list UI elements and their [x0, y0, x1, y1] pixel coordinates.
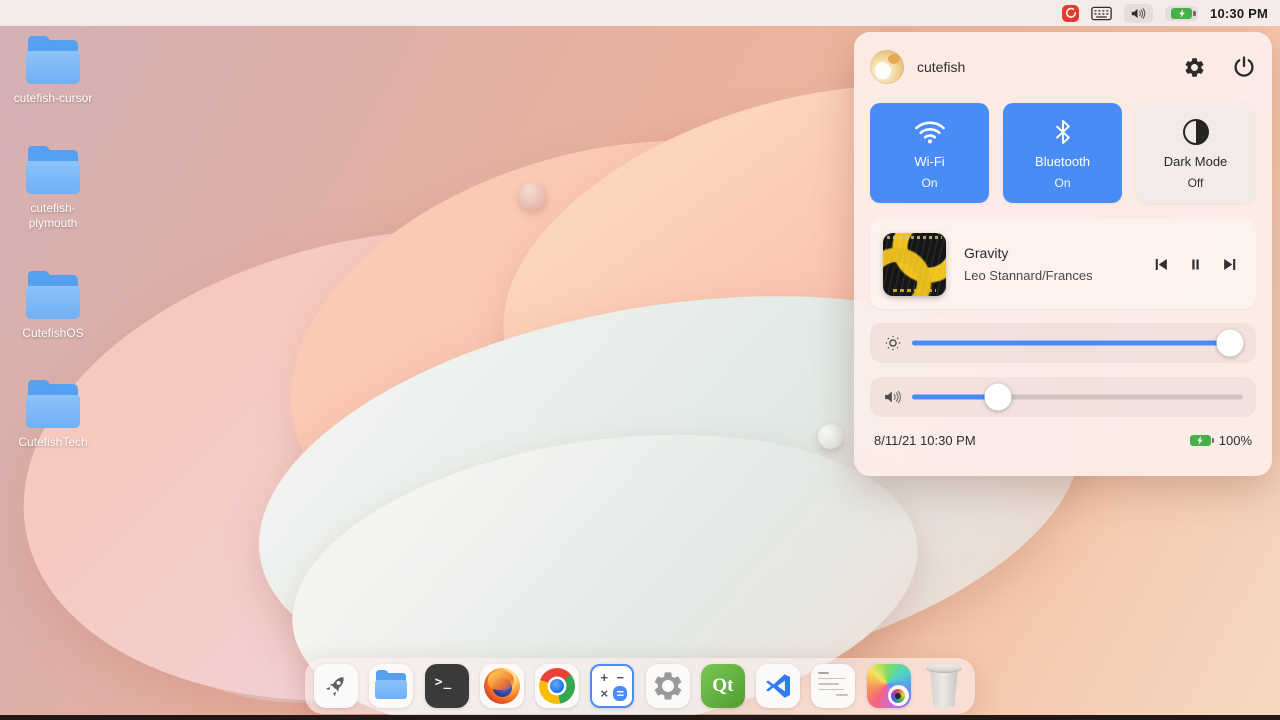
pause-icon[interactable] [1185, 254, 1205, 274]
desktop-folder-cutefishtech[interactable]: CutefishTech [12, 384, 94, 451]
desktop-screen: 10:30 PM cutefish-cursor cutefish-plymou… [0, 0, 1280, 720]
dock: >_ +− ×= Qt [305, 658, 975, 714]
dock-calculator-button[interactable]: +− ×= [590, 664, 634, 708]
screen-bottom-edge [0, 715, 1280, 720]
dark-mode-icon [1183, 117, 1209, 147]
wifi-icon [914, 117, 946, 147]
settings-gear-icon [651, 669, 685, 703]
folder-label: CutefishTech [13, 435, 93, 451]
terminal-icon: >_ [435, 675, 453, 690]
calculator-icon: +− ×= [590, 664, 634, 708]
control-center-footer: 8/11/21 10:30 PM 100% [870, 433, 1256, 448]
clock-time[interactable]: 10:30 PM [1210, 6, 1268, 21]
volume-icon[interactable] [1124, 4, 1153, 23]
toggle-label: Dark Mode [1164, 154, 1228, 169]
media-artist: Leo Stannard/Frances [964, 268, 1150, 283]
dark-mode-toggle[interactable]: Dark Mode Off [1136, 103, 1255, 203]
media-player-card: Gravity Leo Stannard/Frances [870, 219, 1256, 309]
chrome-icon [539, 668, 575, 704]
battery-percent: 100% [1219, 433, 1252, 448]
dock-launcher-button[interactable] [314, 664, 358, 708]
dock-vscode-button[interactable] [756, 664, 800, 708]
dock-screenshot-button[interactable] [867, 664, 911, 708]
files-folder-icon [375, 673, 407, 699]
dock-firefox-button[interactable] [480, 664, 524, 708]
brightness-slider[interactable] [912, 330, 1243, 356]
dock-text-editor-button[interactable] [811, 664, 855, 708]
date-time-label: 8/11/21 10:30 PM [874, 433, 976, 448]
previous-icon[interactable] [1150, 254, 1170, 274]
toggle-state: On [1054, 176, 1070, 190]
folder-icon [26, 384, 80, 428]
desktop-folder-cutefishos[interactable]: CutefishOS [12, 275, 94, 342]
toggle-label: Wi-Fi [914, 154, 944, 169]
brightness-slider-row [870, 323, 1256, 363]
qt-creator-icon: Qt [712, 675, 733, 697]
volume-icon [883, 388, 903, 406]
bluetooth-toggle[interactable]: Bluetooth On [1003, 103, 1122, 203]
brightness-slider-knob[interactable] [1216, 330, 1243, 357]
desktop-icons: cutefish-cursor cutefish-plymouth Cutefi… [12, 40, 94, 494]
launcher-rocket-icon [322, 672, 350, 700]
wallpaper-sphere [818, 424, 843, 449]
toggle-state: On [921, 176, 937, 190]
media-controls [1150, 254, 1240, 274]
folder-icon [26, 275, 80, 319]
username-label: cutefish [917, 59, 965, 75]
user-avatar[interactable] [870, 50, 904, 84]
media-title: Gravity [964, 245, 1150, 261]
control-center-panel: cutefish Wi-Fi On Bluetooth [854, 32, 1272, 476]
keyboard-icon[interactable] [1091, 6, 1112, 21]
volume-slider-row [870, 377, 1256, 417]
desktop-folder-cutefish-plymouth[interactable]: cutefish-plymouth [12, 150, 94, 232]
top-status-bar: 10:30 PM [0, 0, 1280, 26]
next-icon[interactable] [1220, 254, 1240, 274]
battery-icon [1190, 435, 1211, 446]
dock-qt-creator-button[interactable]: Qt [701, 664, 745, 708]
netease-music-icon[interactable] [1062, 5, 1079, 22]
brightness-icon [883, 333, 903, 353]
settings-gear-icon[interactable] [1183, 56, 1206, 79]
bluetooth-icon [1050, 117, 1076, 147]
dock-trash-button[interactable] [922, 664, 966, 708]
folder-label: cutefish-plymouth [13, 201, 93, 232]
quick-toggles: Wi-Fi On Bluetooth On Dark Mode Off [870, 103, 1256, 203]
dock-settings-button[interactable] [646, 664, 690, 708]
control-center-header: cutefish [870, 48, 1256, 86]
volume-slider[interactable] [912, 384, 1243, 410]
folder-icon [26, 150, 80, 194]
text-editor-icon [811, 664, 855, 708]
wifi-toggle[interactable]: Wi-Fi On [870, 103, 989, 203]
battery-status: 100% [1190, 433, 1252, 448]
album-art [883, 233, 946, 296]
dock-terminal-button[interactable]: >_ [425, 664, 469, 708]
battery-icon[interactable] [1165, 6, 1198, 21]
folder-label: CutefishOS [13, 326, 93, 342]
dock-files-button[interactable] [369, 664, 413, 708]
volume-slider-knob[interactable] [985, 384, 1012, 411]
power-icon[interactable] [1232, 55, 1256, 79]
trash-icon [926, 664, 962, 708]
screenshot-icon [867, 664, 911, 708]
dock-chrome-button[interactable] [535, 664, 579, 708]
toggle-state: Off [1188, 176, 1204, 190]
media-meta: Gravity Leo Stannard/Frances [964, 245, 1150, 283]
wallpaper-sphere [519, 182, 547, 210]
toggle-label: Bluetooth [1035, 154, 1090, 169]
desktop-folder-cutefish-cursor[interactable]: cutefish-cursor [12, 40, 94, 107]
firefox-icon [484, 668, 520, 704]
vscode-icon [763, 671, 793, 701]
folder-icon [26, 40, 80, 84]
folder-label: cutefish-cursor [13, 91, 93, 107]
